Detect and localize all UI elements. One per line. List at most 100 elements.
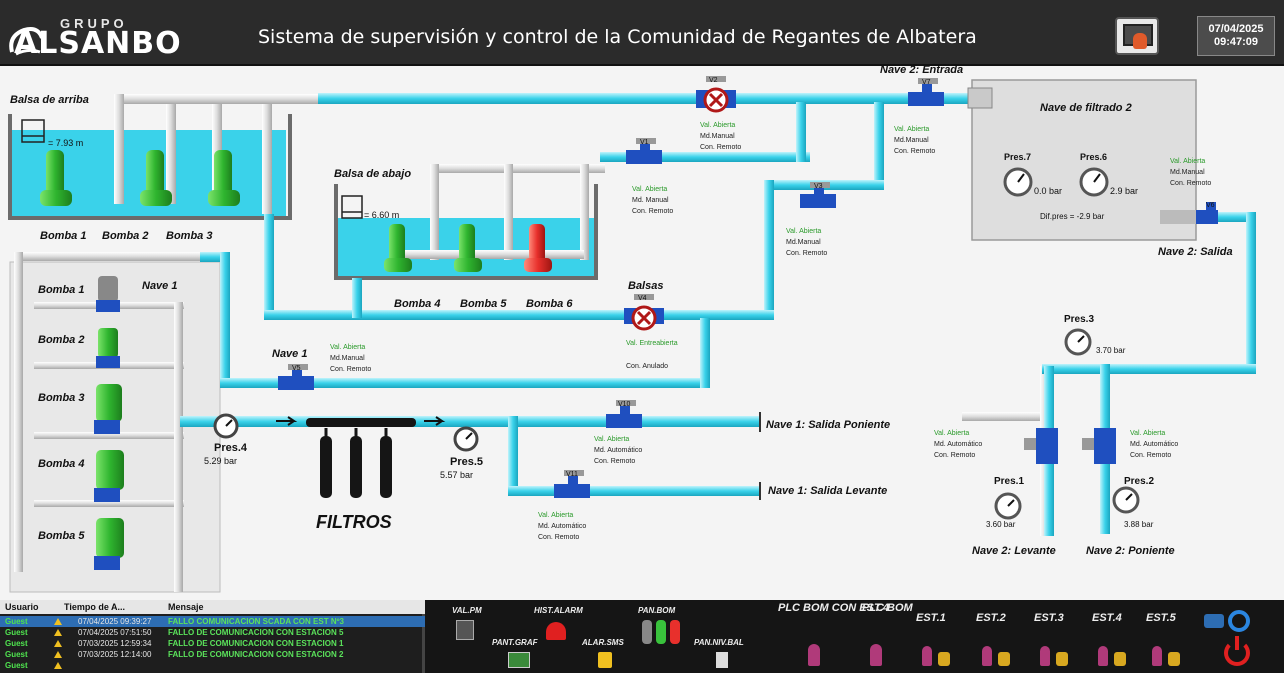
nave1-pump-4-label: Bomba 4 — [38, 458, 85, 470]
time-text: 09:47:09 — [1213, 36, 1259, 48]
est5-antenna-icon[interactable] — [1152, 646, 1162, 666]
dif-pres: Dif.pres = -2.9 bar — [1040, 212, 1105, 221]
gauge-pres5 — [453, 426, 479, 452]
est5-label: EST.5 — [1146, 612, 1176, 624]
alarm-col-msg[interactable]: Mensaje — [168, 602, 204, 612]
plc-bom-antenna-icon[interactable] — [870, 644, 882, 666]
est2-lock-icon[interactable] — [998, 652, 1010, 666]
pres4-label: Pres.4 — [214, 442, 248, 454]
est1-lock-icon[interactable] — [938, 652, 950, 666]
alarm-list-header: Usuario Tiempo de A... Mensaje — [0, 600, 425, 614]
nave1-pump-5[interactable] — [94, 518, 124, 570]
plc-bom-est4-label: PLC BOM CON EST.4 — [778, 602, 890, 614]
est4-label: EST.4 — [1092, 612, 1122, 624]
header-bar: GRUPO ALSANBO Sistema de supervisión y c… — [0, 0, 1284, 66]
valve-v11-tag: V11 — [566, 471, 578, 478]
gauge-pres4 — [213, 413, 239, 439]
pump-mid-5-label: Bomba 5 — [460, 298, 507, 310]
alarm-siren-icon[interactable] — [546, 622, 566, 640]
valve-v1-tag: V1 — [640, 139, 649, 146]
balsa-abajo-level: = 6.60 m — [364, 210, 400, 220]
warning-icon — [54, 651, 62, 658]
browser-icon[interactable] — [1228, 610, 1250, 632]
level-gauge-icon[interactable] — [716, 652, 728, 668]
valve-v2-tag: V2 — [709, 77, 718, 84]
pres3-value: 3.70 bar — [1096, 346, 1126, 355]
alarm-row[interactable]: Guest 07/03/2025 12:14:00 FALLO DE COMUN… — [0, 649, 425, 660]
est1-antenna-icon[interactable] — [922, 646, 932, 666]
nave1-pump-3[interactable] — [94, 384, 122, 434]
alarm-row[interactable]: Guest 07/04/2025 07:51:50 FALLO DE COMUN… — [0, 627, 425, 638]
page-title: Sistema de supervisión y control de la C… — [258, 26, 977, 48]
valve-v2-status: Val. Abierta Md.Manual Con. Remoto — [700, 122, 742, 151]
alarm-row[interactable]: Guest — [0, 660, 425, 671]
bottom-bar: Usuario Tiempo de A... Mensaje Guest 07/… — [0, 600, 1284, 673]
control-panel: VAL.PM HIST.ALARM PAN.BOM PANT.GRAF ALAR… — [428, 600, 1284, 673]
valve-v10-tag: V10 — [618, 401, 631, 408]
est5-lock-icon[interactable] — [1168, 652, 1180, 666]
pres1-label: Pres.1 — [994, 476, 1025, 487]
pres4-value: 5.29 bar — [204, 456, 238, 466]
valve-v4-status: Val. Entreabierta Con. Anulado — [626, 340, 678, 370]
est2-antenna-icon[interactable] — [982, 646, 992, 666]
est3-antenna-icon[interactable] — [1040, 646, 1050, 666]
scada-app: GRUPO ALSANBO Sistema de supervisión y c… — [0, 0, 1284, 673]
network-icon[interactable] — [1204, 614, 1224, 628]
gauge-pres3 — [1064, 328, 1092, 356]
alarm-col-user[interactable]: Usuario — [5, 602, 39, 612]
filtros-label: FILTROS — [316, 512, 392, 532]
balsa-abajo-label: Balsa de abajo — [334, 168, 412, 180]
alarm-row[interactable]: Guest 07/03/2025 12:59:34 FALLO DE COMUN… — [0, 638, 425, 649]
balsa-arriba-level: = 7.93 m — [48, 138, 84, 148]
filters-group — [276, 416, 446, 498]
output-levante1: Nave 1: Salida Levante — [768, 485, 888, 497]
pan-niv-bal-label: PAN.NIV.BAL — [694, 638, 744, 647]
scada-diagram: Balsa de arriba = 7.93 m Bomba 1 Bomba 2… — [0, 66, 1284, 600]
pres5-label: Pres.5 — [450, 456, 484, 468]
phone-icon[interactable] — [598, 652, 612, 668]
est3-lock-icon[interactable] — [1056, 652, 1068, 666]
nave1-pump-1-label: Bomba 1 — [38, 284, 85, 296]
nave1-pump-1[interactable] — [96, 276, 120, 312]
est4-lock-icon[interactable] — [1114, 652, 1126, 666]
gauge-pres6 — [1079, 167, 1109, 197]
nave1-pump-4[interactable] — [94, 450, 124, 502]
est4-antenna-icon[interactable] — [1098, 646, 1108, 666]
pump-green-icon[interactable] — [656, 620, 666, 644]
warning-icon — [54, 662, 62, 669]
plc-bom-est4-antenna-icon[interactable] — [808, 644, 820, 666]
valve-v8[interactable] — [1024, 428, 1058, 464]
valve-v3-tag: V3 — [814, 183, 823, 190]
val-pm-button[interactable] — [456, 620, 474, 640]
date-text: 07/04/2025 — [1208, 23, 1264, 35]
valve-v7-status: Val. Abierta Md.Manual Con. Remoto — [894, 126, 936, 155]
filtrado-title: Nave de filtrado 2 — [1040, 102, 1132, 114]
valve-v5-status: Val. Abierta Md.Manual Con. Remoto — [330, 344, 372, 373]
gauge-pres7 — [1003, 167, 1033, 197]
warning-icon — [54, 629, 62, 636]
nave1-pump-2-label: Bomba 2 — [38, 334, 85, 346]
valve-v7-tag: V7 — [922, 79, 931, 86]
est1-label: EST.1 — [916, 612, 946, 624]
valve-v9[interactable] — [1082, 428, 1116, 464]
pres2-value: 3.88 bar — [1124, 520, 1154, 529]
pump-top-3-label: Bomba 3 — [166, 230, 213, 242]
logo-brand: ALSANBO — [14, 26, 182, 61]
alarm-list: Usuario Tiempo de A... Mensaje Guest 07/… — [0, 600, 425, 673]
scada-graphics — [8, 76, 1256, 593]
nave1-label: Nave 1 — [142, 280, 178, 292]
alarm-row[interactable]: Guest 07/04/2025 09:39:27 FALLO COMUNICA… — [0, 616, 425, 627]
alarm-col-time[interactable]: Tiempo de A... — [64, 602, 125, 612]
balsa-arriba-label: Balsa de arriba — [10, 94, 89, 106]
valve-v5-tag: V5 — [292, 365, 301, 372]
pump-grey-icon[interactable] — [642, 620, 652, 644]
valve-v8-status: Val. Abierta Md. Automático Con. Remoto — [934, 430, 983, 459]
chart-icon[interactable] — [508, 652, 530, 668]
power-icon-bar — [1235, 636, 1239, 650]
pump-red-icon[interactable] — [670, 620, 680, 644]
pres6-label: Pres.6 — [1080, 152, 1108, 162]
pres1-value: 3.60 bar — [986, 520, 1016, 529]
touch-panel-button[interactable] — [1115, 17, 1159, 55]
nave1-pump-2[interactable] — [96, 328, 120, 368]
gauge-pres1 — [994, 492, 1022, 520]
